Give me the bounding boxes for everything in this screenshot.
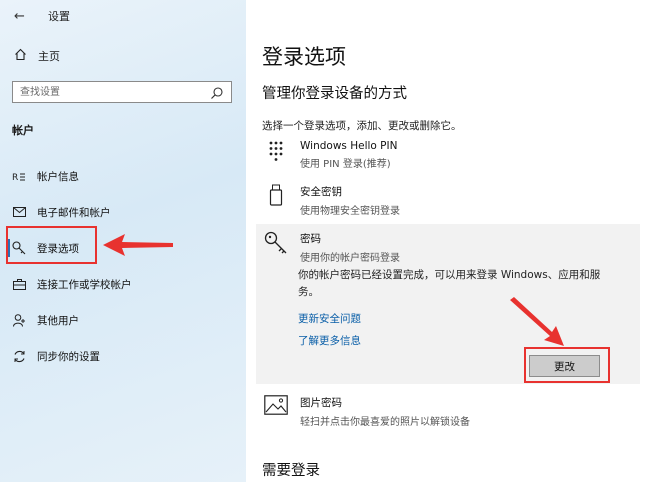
- mail-icon: [12, 205, 26, 219]
- page-title: 登录选项: [262, 45, 346, 69]
- section-header-accounts: 帐户: [12, 124, 34, 137]
- description-text: 选择一个登录选项，添加、更改或删除它。: [262, 120, 462, 132]
- sidebar-item-label: 连接工作或学校帐户: [37, 278, 132, 291]
- annotation-highlight-box: [524, 347, 610, 383]
- option-title: Windows Hello PIN: [300, 140, 398, 152]
- sidebar-item-other-users[interactable]: 其他用户: [0, 302, 246, 338]
- sidebar-nav: R 帐户信息 电子邮件和帐户 登录选项 连接工作或学校帐户 其他用户 同步你的设…: [0, 158, 246, 374]
- picture-icon: [262, 395, 290, 423]
- sidebar-item-label: 其他用户: [37, 314, 79, 327]
- title-bar: ← 设置: [14, 8, 70, 24]
- sidebar-item-label: 帐户信息: [37, 170, 79, 183]
- sync-icon: [12, 349, 26, 363]
- person-card-icon: R: [12, 169, 26, 183]
- option-title: 密码: [300, 233, 321, 245]
- option-subtitle: 轻扫并点击你最喜爱的照片以解锁设备: [300, 417, 470, 428]
- sidebar-item-sync[interactable]: 同步你的设置: [0, 338, 246, 374]
- search-icon[interactable]: [210, 85, 224, 99]
- svg-text:R: R: [12, 173, 18, 182]
- option-subtitle: 使用 PIN 登录(推荐): [300, 159, 391, 170]
- annotation-arrow-icon: [510, 297, 564, 346]
- sidebar-item-work-school[interactable]: 连接工作或学校帐户: [0, 266, 246, 302]
- sidebar-item-label: 同步你的设置: [37, 350, 100, 363]
- home-link[interactable]: 主页: [12, 48, 60, 64]
- section-heading-require-sign-in: 需要登录: [262, 463, 320, 479]
- annotation-highlight-box: [6, 226, 97, 264]
- option-subtitle: 使用你的帐户密码登录: [300, 253, 400, 264]
- option-pin[interactable]: Windows Hello PIN 使用 PIN 登录(推荐): [262, 140, 632, 170]
- update-security-questions-link[interactable]: 更新安全问题: [298, 311, 361, 326]
- keypad-icon: [262, 140, 290, 168]
- window-title: 设置: [48, 10, 70, 23]
- section-subtitle: 管理你登录设备的方式: [262, 86, 407, 102]
- option-password[interactable]: 密码 使用你的帐户密码登录: [262, 231, 632, 264]
- search-input[interactable]: [13, 82, 203, 102]
- search-box[interactable]: [12, 81, 232, 103]
- back-arrow-icon[interactable]: ←: [14, 9, 30, 24]
- sidebar-item-label: 电子邮件和帐户: [37, 206, 111, 219]
- option-picture-password[interactable]: 图片密码 轻扫并点击你最喜爱的照片以解锁设备: [262, 395, 632, 428]
- add-person-icon: [12, 313, 26, 327]
- sidebar-item-email-accounts[interactable]: 电子邮件和帐户: [0, 194, 246, 230]
- sidebar-item-account-info[interactable]: R 帐户信息: [0, 158, 246, 194]
- option-title: 图片密码: [300, 397, 342, 409]
- option-security-key[interactable]: 安全密钥 使用物理安全密钥登录: [262, 184, 632, 217]
- main-content: 登录选项 管理你登录设备的方式 选择一个登录选项，添加、更改或删除它。 Wind…: [246, 0, 650, 482]
- learn-more-link[interactable]: 了解更多信息: [298, 333, 361, 348]
- option-title: 安全密钥: [300, 186, 342, 198]
- key-icon: [262, 231, 290, 259]
- home-icon: [12, 48, 28, 64]
- password-status-text: 你的帐户密码已经设置完成，可以用来登录 Windows、应用和服务。: [298, 269, 601, 298]
- sidebar: ← 设置 主页 帐户 R 帐户信息 电子邮件和帐户: [0, 0, 246, 482]
- usb-key-icon: [262, 184, 290, 212]
- home-label: 主页: [38, 50, 60, 63]
- briefcase-icon: [12, 277, 26, 291]
- annotation-arrow-icon: [103, 234, 173, 256]
- option-subtitle: 使用物理安全密钥登录: [300, 206, 400, 217]
